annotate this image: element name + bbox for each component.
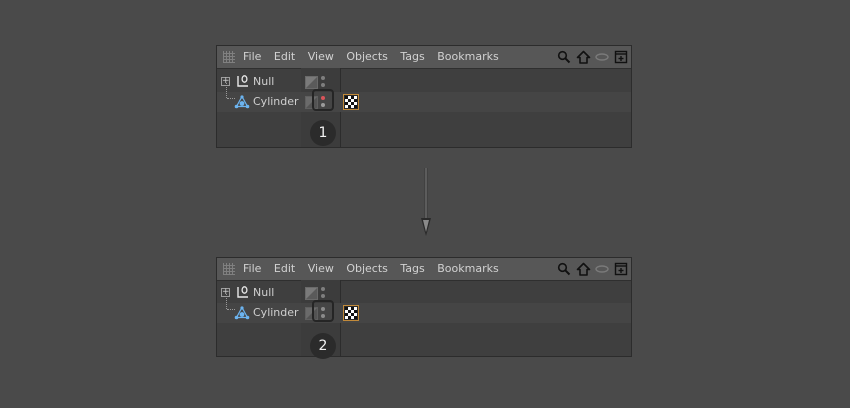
- search-icon[interactable]: [556, 49, 572, 65]
- grip-icon[interactable]: [223, 51, 235, 63]
- object-name-cylinder: Cylinder: [253, 95, 299, 108]
- new-window-icon[interactable]: [613, 49, 629, 65]
- menu-view[interactable]: View: [308, 258, 334, 280]
- highlight-box: [312, 89, 334, 111]
- menu-bookmarks[interactable]: Bookmarks: [437, 46, 498, 68]
- step-badge: 2: [310, 333, 336, 359]
- view-toggle-icon[interactable]: [594, 261, 610, 277]
- layer-icon[interactable]: [305, 76, 318, 89]
- visibility-dots[interactable]: [320, 287, 326, 299]
- step-badge: 1: [310, 120, 336, 146]
- null-object-icon: [237, 75, 248, 87]
- menu-edit[interactable]: Edit: [274, 258, 295, 280]
- menu-objects[interactable]: Objects: [346, 258, 388, 280]
- menu-file[interactable]: File: [243, 258, 261, 280]
- object-manager-panel-2: File Edit View Objects Tags Bookmarks +: [216, 257, 632, 359]
- home-icon[interactable]: [575, 49, 591, 65]
- search-icon[interactable]: [556, 261, 572, 277]
- menu-file[interactable]: File: [243, 46, 261, 68]
- menubar: File Edit View Objects Tags Bookmarks: [217, 258, 631, 281]
- tree-line: [226, 294, 227, 309]
- new-window-icon[interactable]: [613, 261, 629, 277]
- down-arrow-icon: [421, 168, 431, 236]
- null-object-icon: [237, 286, 248, 298]
- material-tag-icon[interactable]: [344, 306, 358, 320]
- object-name-null: Null: [253, 75, 275, 88]
- object-manager-panel-1: File Edit View Objects Tags Bookmarks +: [216, 45, 632, 148]
- object-name-cylinder: Cylinder: [253, 306, 299, 319]
- material-tag-icon[interactable]: [344, 95, 358, 109]
- menu-edit[interactable]: Edit: [274, 46, 295, 68]
- cylinder-icon: [234, 95, 250, 109]
- cylinder-icon: [234, 306, 250, 320]
- object-row-cylinder[interactable]: Cylinder: [217, 83, 631, 112]
- object-name-null: Null: [253, 286, 275, 299]
- highlight-box: [312, 300, 334, 322]
- object-row-null[interactable]: + Null: [217, 283, 631, 303]
- view-toggle-icon[interactable]: [594, 49, 610, 65]
- menubar: File Edit View Objects Tags Bookmarks: [217, 46, 631, 69]
- object-row-null[interactable]: + Null: [217, 72, 631, 92]
- menu-bookmarks[interactable]: Bookmarks: [437, 258, 498, 280]
- layer-icon[interactable]: [305, 287, 318, 300]
- object-row-cylinder[interactable]: Cylinder: [217, 294, 631, 323]
- tree-line: [226, 83, 227, 98]
- menu-tags[interactable]: Tags: [400, 258, 424, 280]
- grip-icon[interactable]: [223, 263, 235, 275]
- menu-view[interactable]: View: [308, 46, 334, 68]
- menu-objects[interactable]: Objects: [346, 46, 388, 68]
- home-icon[interactable]: [575, 261, 591, 277]
- menu-tags[interactable]: Tags: [400, 46, 424, 68]
- visibility-dots[interactable]: [320, 76, 326, 88]
